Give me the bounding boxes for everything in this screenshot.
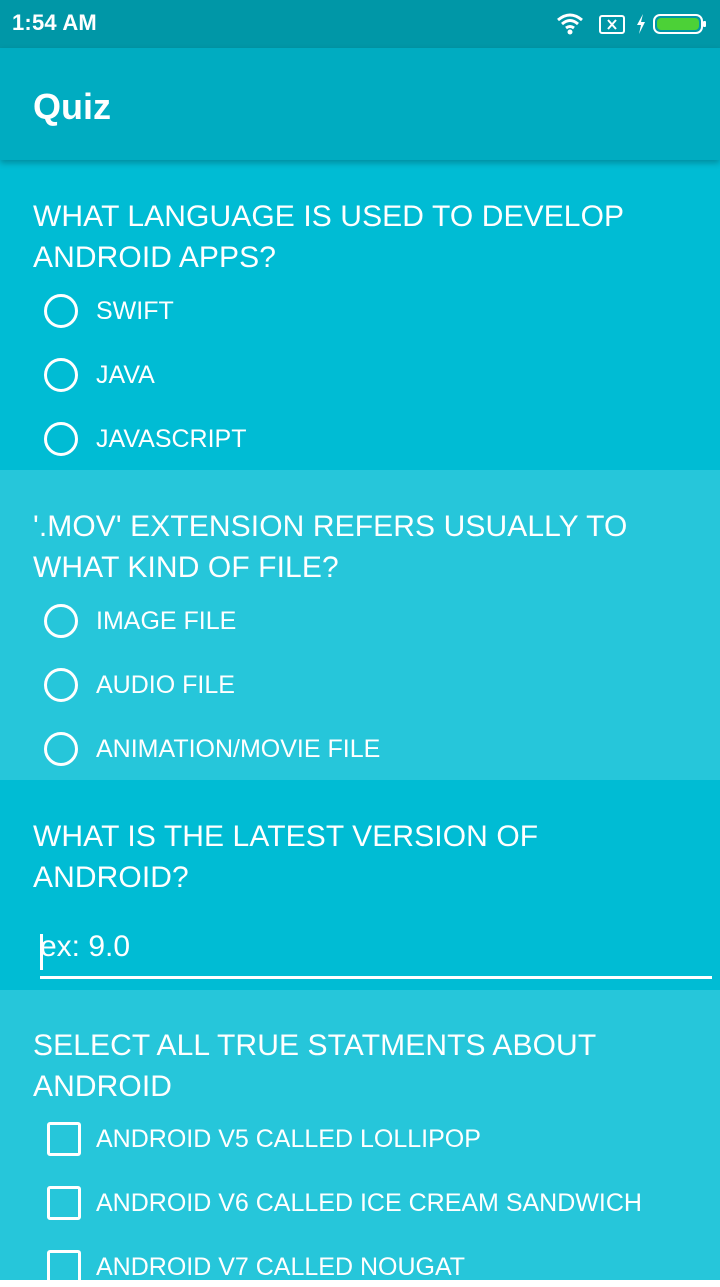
option-label: ANDROID V6 CALLED ICE CREAM SANDWICH <box>96 1188 642 1217</box>
app-title: Quiz <box>33 86 111 127</box>
option-label: JAVASCRIPT <box>96 424 247 453</box>
text-cursor <box>40 934 43 970</box>
battery-icon <box>653 14 706 34</box>
question-2-text: '.MOV' EXTENSION REFERS USUALLY TO WHAT … <box>33 510 628 584</box>
radio-option-image-file[interactable]: IMAGE FILE <box>44 601 236 641</box>
radio-button[interactable] <box>44 668 78 702</box>
checkbox[interactable] <box>47 1250 81 1284</box>
checkbox[interactable] <box>47 1122 81 1156</box>
option-label: JAVA <box>96 360 155 389</box>
option-label: IMAGE FILE <box>96 606 237 635</box>
status-bar: 1:54 AM <box>0 0 720 48</box>
option-label: AUDIO FILE <box>96 670 235 699</box>
status-icons <box>556 10 708 38</box>
status-time: 1:54 AM <box>12 10 97 35</box>
radio-button[interactable] <box>44 732 78 766</box>
app-bar: Quiz <box>0 48 720 160</box>
question-1-text: WHAT LANGUAGE IS USED TO DEVELOP ANDROID… <box>33 200 624 274</box>
question-3-text: WHAT IS THE LATEST VERSION OF ANDROID? <box>33 820 539 894</box>
no-sim-icon <box>599 15 625 34</box>
radio-button[interactable] <box>44 604 78 638</box>
radio-option-javascript[interactable]: JAVASCRIPT <box>44 419 247 459</box>
charging-icon <box>637 14 645 34</box>
radio-option-swift[interactable]: SWIFT <box>44 291 174 331</box>
android-version-input[interactable]: ex: 9.0 <box>40 930 712 979</box>
radio-option-java[interactable]: JAVA <box>44 355 155 395</box>
radio-button[interactable] <box>44 358 78 392</box>
option-label: ANIMATION/MOVIE FILE <box>96 734 381 763</box>
option-label: SWIFT <box>96 296 174 325</box>
radio-button[interactable] <box>44 294 78 328</box>
checkbox-option-lollipop[interactable]: ANDROID V5 CALLED LOLLIPOP <box>44 1119 481 1159</box>
radio-option-animation-movie-file[interactable]: ANIMATION/MOVIE FILE <box>44 729 380 769</box>
input-placeholder: ex: 9.0 <box>40 930 131 963</box>
checkbox[interactable] <box>47 1186 81 1220</box>
wifi-icon <box>557 13 583 35</box>
option-label: ANDROID V7 CALLED NOUGAT <box>96 1252 466 1281</box>
radio-option-audio-file[interactable]: AUDIO FILE <box>44 665 235 705</box>
radio-button[interactable] <box>44 422 78 456</box>
question-4-text: SELECT ALL TRUE STATMENTS ABOUT ANDROID <box>33 1029 596 1103</box>
option-label: ANDROID V5 CALLED LOLLIPOP <box>96 1124 481 1153</box>
checkbox-option-nougat[interactable]: ANDROID V7 CALLED NOUGAT <box>44 1247 465 1287</box>
checkbox-option-ice-cream-sandwich[interactable]: ANDROID V6 CALLED ICE CREAM SANDWICH <box>44 1183 642 1223</box>
